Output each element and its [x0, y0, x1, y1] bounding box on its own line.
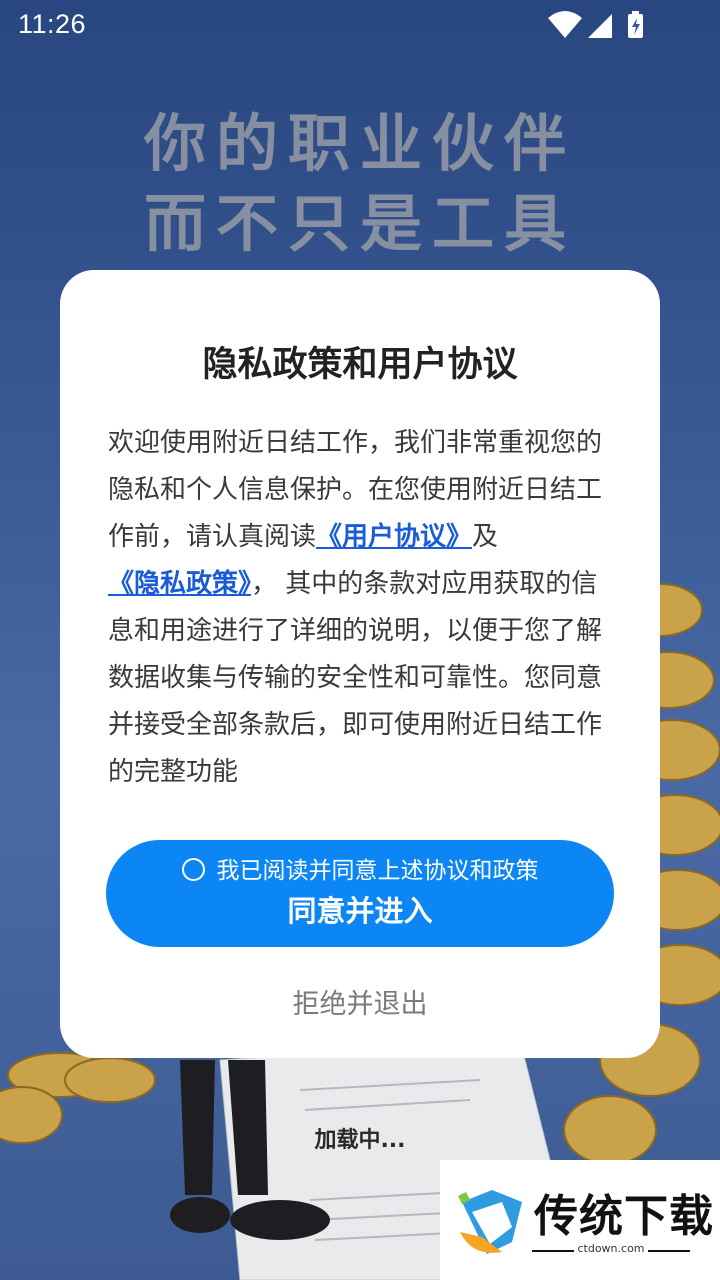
- watermark-divider-right: [648, 1250, 690, 1252]
- dialog-title: 隐私政策和用户协议: [202, 345, 518, 385]
- background-headline: 你的职业伙伴 而不只是工具: [0, 104, 720, 264]
- and-text: 及: [472, 522, 499, 552]
- status-time: 11:26: [18, 9, 87, 39]
- watermark-logo-icon: [458, 1190, 522, 1254]
- consent-checkbox-label: 我已阅读并同意上述协议和政策: [216, 858, 539, 884]
- battery-charging-icon: [628, 11, 643, 38]
- agree-button[interactable]: 我已阅读并同意上述协议和政策 同意并进入: [106, 840, 614, 947]
- privacy-policy-link[interactable]: 《隐私政策》: [108, 569, 251, 599]
- status-bar: 11:26: [0, 0, 720, 50]
- consent-checkbox-row[interactable]: 我已阅读并同意上述协议和政策: [106, 856, 614, 886]
- headline-line-2: 而不只是工具: [143, 187, 576, 260]
- watermark: 传统下载 ctdown.com: [440, 1160, 720, 1280]
- body-rest-text: ， 其中的条款对应用获取的信息和用途进行了详细的说明，以便于您了解数据收集与传输…: [108, 569, 603, 787]
- consent-radio-icon[interactable]: [181, 858, 205, 881]
- status-icons: [548, 11, 643, 38]
- cellular-signal-icon: [588, 14, 612, 38]
- user-agreement-link[interactable]: 《用户协议》: [316, 522, 472, 552]
- reject-button[interactable]: 拒绝并退出: [230, 982, 490, 1026]
- loading-text: 加载中...: [314, 1128, 406, 1153]
- watermark-site: ctdown.com: [577, 1242, 645, 1255]
- wifi-icon: [548, 11, 582, 38]
- dialog-body: 欢迎使用附近日结工作，我们非常重视您的隐私和个人信息保护。在您使用附近日结工作前…: [108, 420, 618, 796]
- agree-button-label: 同意并进入: [287, 894, 433, 928]
- watermark-brand: 传统下载: [534, 1191, 714, 1242]
- headline-line-1: 你的职业伙伴: [143, 107, 576, 180]
